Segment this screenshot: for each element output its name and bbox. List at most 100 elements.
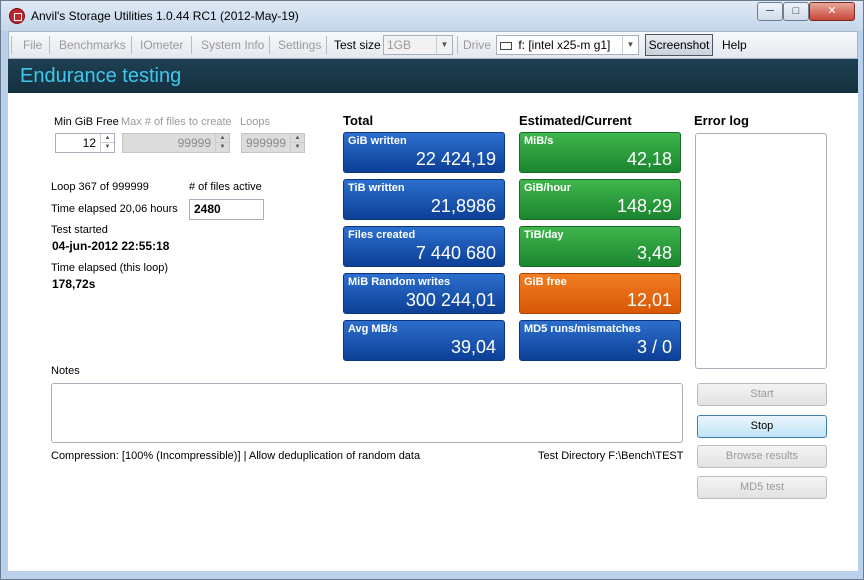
- chevron-down-icon: ▼: [436, 36, 452, 54]
- tile-value: 39,04: [450, 337, 496, 357]
- menu-separator: [457, 36, 458, 54]
- tile-value: 148,29: [616, 196, 672, 216]
- maximize-button[interactable]: □: [783, 2, 809, 21]
- tile-value: 12,01: [626, 290, 672, 310]
- files-active-field[interactable]: 2480: [189, 199, 264, 220]
- minimize-button[interactable]: ─: [757, 2, 783, 21]
- tile-tib-day: TiB/day 3,48: [519, 226, 681, 267]
- loops-value: 999999: [245, 136, 286, 150]
- spin-down-icon[interactable]: ▼: [290, 143, 304, 152]
- test-started-value: 04-jun-2012 22:55:18: [52, 239, 170, 253]
- tile-md5-runs: MD5 runs/mismatches 3 / 0: [519, 320, 681, 361]
- spin-up-icon[interactable]: ▲: [290, 134, 304, 143]
- drive-icon: [500, 41, 512, 50]
- tile-label: Files created: [348, 229, 416, 241]
- tile-files-created: Files created 7 440 680: [343, 226, 505, 267]
- time-elapsed-text: Time elapsed 20,06 hours: [51, 203, 178, 215]
- tile-tib-written: TiB written 21,8986: [343, 179, 505, 220]
- max-files-stepper[interactable]: 99999 ▲ ▼: [122, 133, 230, 153]
- tile-mib-random-writes: MiB Random writes 300 244,01: [343, 273, 505, 314]
- drive-select[interactable]: f: [intel x25-m g1] ▼: [496, 35, 639, 55]
- loop-counter: Loop 367 of 999999: [51, 181, 149, 193]
- tile-label: MiB/s: [524, 135, 554, 147]
- tile-label: GiB written: [348, 135, 407, 147]
- tile-label: GiB free: [524, 276, 567, 288]
- error-log-box[interactable]: [695, 133, 827, 369]
- estimates-heading: Estimated/Current: [519, 113, 632, 128]
- min-gib-free-stepper[interactable]: 12 ▲ ▼: [55, 133, 115, 153]
- tile-label: TiB written: [348, 182, 405, 194]
- menu-settings[interactable]: Settings: [278, 38, 321, 52]
- close-button[interactable]: ✕: [809, 2, 855, 21]
- notes-label: Notes: [51, 365, 80, 377]
- tile-gib-hour: GiB/hour 148,29: [519, 179, 681, 220]
- menu-file[interactable]: File: [23, 38, 42, 52]
- browse-results-button[interactable]: Browse results: [697, 445, 827, 468]
- compression-info: Compression: [100% (Incompressible)] | A…: [51, 450, 421, 462]
- app-logo-icon: [9, 8, 25, 24]
- spin-down-icon[interactable]: ▼: [215, 143, 229, 152]
- main-content: Min GiB Free Max # of files to create Lo…: [8, 93, 858, 571]
- tile-label: Avg MB/s: [348, 323, 398, 335]
- stop-button[interactable]: Stop: [697, 415, 827, 438]
- tile-value: 21,8986: [430, 196, 496, 216]
- notes-textarea[interactable]: [51, 383, 683, 443]
- loop-elapsed-label: Time elapsed (this loop): [51, 262, 168, 274]
- tile-label: GiB/hour: [524, 182, 572, 194]
- menu-iometer[interactable]: IOmeter: [140, 38, 183, 52]
- chevron-down-icon: ▼: [622, 36, 638, 54]
- loops-label: Loops: [240, 116, 270, 128]
- test-size-label: Test size: [334, 38, 381, 52]
- window-title: Anvil's Storage Utilities 1.0.44 RC1 (20…: [31, 9, 299, 23]
- loops-stepper[interactable]: 999999 ▲ ▼: [241, 133, 305, 153]
- title-bar[interactable]: Anvil's Storage Utilities 1.0.44 RC1 (20…: [1, 1, 863, 31]
- tile-value: 300 244,01: [405, 290, 496, 310]
- tile-value: 7 440 680: [415, 243, 496, 263]
- page-title: Endurance testing: [20, 65, 182, 87]
- test-size-select[interactable]: 1GB ▼: [383, 35, 453, 55]
- files-active-label: # of files active: [189, 181, 262, 193]
- menu-separator: [11, 36, 12, 54]
- menu-separator: [326, 36, 327, 54]
- tile-value: 3 / 0: [636, 337, 672, 357]
- drive-value: f: [intel x25-m g1]: [518, 38, 611, 52]
- max-files-label: Max # of files to create: [121, 116, 232, 128]
- window-bottom-border: [8, 571, 858, 579]
- spin-down-icon[interactable]: ▼: [100, 143, 114, 152]
- test-directory-info: Test Directory F:\Bench\TEST: [538, 450, 684, 462]
- app-window: Anvil's Storage Utilities 1.0.44 RC1 (20…: [0, 0, 864, 580]
- menu-help[interactable]: Help: [722, 38, 747, 52]
- menu-bar: File Benchmarks IOmeter System Info Sett…: [8, 31, 858, 59]
- min-gib-free-label: Min GiB Free: [54, 116, 119, 128]
- menu-separator: [191, 36, 192, 54]
- test-size-value: 1GB: [387, 38, 412, 52]
- test-started-label: Test started: [51, 224, 108, 236]
- screenshot-button[interactable]: Screenshot: [645, 34, 713, 56]
- totals-heading: Total: [343, 113, 374, 128]
- menu-benchmarks[interactable]: Benchmarks: [59, 38, 126, 52]
- spin-up-icon[interactable]: ▲: [100, 134, 114, 143]
- error-log-heading: Error log: [694, 113, 749, 128]
- tile-gib-free: GiB free 12,01: [519, 273, 681, 314]
- tile-gib-written: GiB written 22 424,19: [343, 132, 505, 173]
- md5-test-button[interactable]: MD5 test: [697, 476, 827, 499]
- min-gib-free-value: 12: [82, 136, 96, 150]
- tile-avg-mbs: Avg MB/s 39,04: [343, 320, 505, 361]
- drive-label: Drive: [463, 38, 492, 52]
- menu-separator: [269, 36, 270, 54]
- menu-system-info[interactable]: System Info: [201, 38, 264, 52]
- tile-value: 42,18: [626, 149, 672, 169]
- spin-up-icon[interactable]: ▲: [215, 134, 229, 143]
- page-header: Endurance testing: [8, 59, 858, 93]
- tile-mibs: MiB/s 42,18: [519, 132, 681, 173]
- max-files-value: 99999: [177, 136, 211, 150]
- tile-label: MiB Random writes: [348, 276, 451, 288]
- tile-label: MD5 runs/mismatches: [524, 323, 641, 335]
- start-button[interactable]: Start: [697, 383, 827, 406]
- tile-value: 22 424,19: [415, 149, 496, 169]
- tile-label: TiB/day: [524, 229, 564, 241]
- menu-separator: [131, 36, 132, 54]
- tile-value: 3,48: [636, 243, 672, 263]
- menu-separator: [49, 36, 50, 54]
- loop-elapsed-value: 178,72s: [52, 277, 96, 291]
